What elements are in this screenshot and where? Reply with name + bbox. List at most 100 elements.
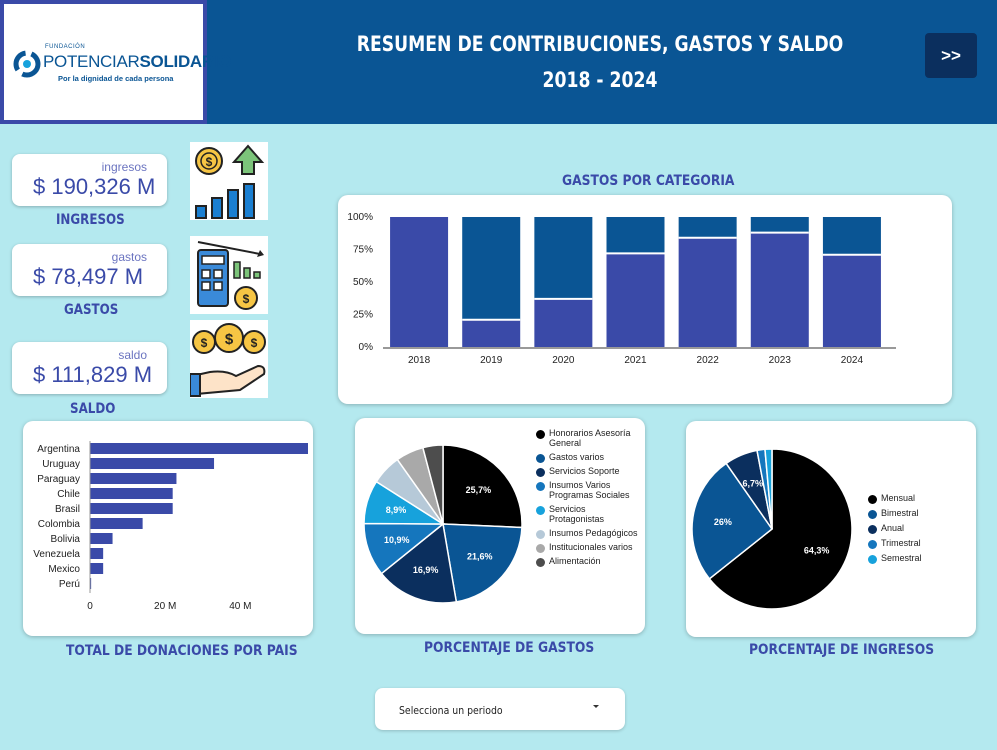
horizontal-bar-chart: Argentina Uruguay Paraguay Chile Brasil Colom… xyxy=(33,441,308,612)
chart-title-gastos-categoria: GASTOS POR CATEGORIA xyxy=(562,173,735,189)
bar-segment xyxy=(390,217,449,347)
legend-swatch xyxy=(868,555,877,564)
bar xyxy=(90,548,104,559)
slice-label: 6,7% xyxy=(742,478,763,488)
svg-text:$: $ xyxy=(251,336,258,350)
legend-label: Gastos varios xyxy=(549,452,605,462)
kpi-label: saldo xyxy=(118,348,147,362)
x-tick-label: 2023 xyxy=(769,355,792,366)
chevron-down-icon xyxy=(593,705,599,708)
legend-label: Insumos Pedagógicos xyxy=(549,528,638,538)
kpi-value: $ 190,326 M xyxy=(33,174,156,199)
y-tick-label: 25% xyxy=(353,310,373,321)
bar xyxy=(90,563,104,574)
kpi-caption-saldo: SALDO xyxy=(70,401,116,417)
legend-item: Servicios Protagonistas xyxy=(536,504,641,524)
legend-swatch xyxy=(536,468,545,477)
bar-segment xyxy=(534,298,593,347)
legend-label: Trimestral xyxy=(881,538,921,548)
kpi-label: gastos xyxy=(111,250,147,264)
slice-label: 8,9% xyxy=(386,505,407,515)
bar xyxy=(90,488,173,499)
legend-label: Anual xyxy=(881,523,905,533)
page-title: RESUMEN DE CONTRIBUCIONES, GASTOS Y SALD… xyxy=(356,32,844,92)
bar-segment xyxy=(462,319,521,347)
y-tick-label: 100% xyxy=(347,212,373,223)
kpi-label: ingresos xyxy=(101,160,147,174)
y-tick-label: Brasil xyxy=(55,504,80,515)
legend-swatch xyxy=(868,540,877,549)
bar-segment xyxy=(750,232,809,347)
legend-label: Mensual xyxy=(881,493,916,503)
legend-swatch xyxy=(536,506,545,515)
kpi-card-ingresos: ingresos $ 190,326 M xyxy=(12,154,167,206)
slice-label: 10,9% xyxy=(384,535,410,545)
legend-item: Servicios Soporte xyxy=(536,466,641,477)
legend-label: Bimestral xyxy=(881,508,919,518)
legend-label: Institucionales varios xyxy=(549,542,633,552)
y-tick-label: Perú xyxy=(59,579,80,590)
y-tick-label: Chile xyxy=(57,489,80,500)
legend-item: Trimestral xyxy=(868,538,958,549)
bar xyxy=(90,533,113,544)
slice-label: 21,6% xyxy=(467,551,493,561)
bar-segment xyxy=(750,217,809,233)
calculator-expenses-icon: $ xyxy=(190,236,268,314)
slice-label: 16,9% xyxy=(413,565,439,575)
legend-swatch xyxy=(536,454,545,463)
chart-card-donaciones: Argentina Uruguay Paraguay Chile Brasil Colom… xyxy=(23,421,313,636)
legend-label: Honorarios Asesoría General xyxy=(549,428,631,448)
bar-segment xyxy=(534,217,593,299)
bar-segment xyxy=(678,217,737,238)
x-tick-label: 2019 xyxy=(480,355,503,366)
svg-text:$: $ xyxy=(201,336,208,350)
legend-label: Semestral xyxy=(881,553,922,563)
kpi-value: $ 78,497 M xyxy=(33,264,144,289)
chart-title-donaciones: TOTAL DE DONACIONES POR PAIS xyxy=(66,643,298,659)
x-tick-label: 2022 xyxy=(697,355,720,366)
bar-segment xyxy=(462,217,521,320)
legend-item: Mensual xyxy=(868,493,958,504)
legend-swatch xyxy=(868,525,877,534)
period-select-placeholder: Selecciona un periodo xyxy=(399,704,503,717)
legend-swatch xyxy=(536,558,545,567)
x-tick-label: 40 M xyxy=(229,601,251,612)
hand-coins-icon: $ $ $ xyxy=(190,320,268,398)
logo-swirl-icon xyxy=(13,50,41,78)
header-bar: FUNDACIÓN POTENCIARSOLIDARIO Por la dign… xyxy=(0,0,997,124)
legend-item: Honorarios Asesoría General xyxy=(536,428,641,448)
legend-item: Insumos Pedagógicos xyxy=(536,528,641,539)
kpi-card-saldo: saldo $ 111,829 M xyxy=(12,342,167,394)
bar xyxy=(90,443,308,454)
legend-swatch xyxy=(536,430,545,439)
legend-ingresos: Mensual Bimestral Anual Trimestral Semestral xyxy=(868,493,958,568)
next-page-button[interactable]: >> xyxy=(925,33,977,78)
stacked-bar-chart: 100% 75% 50% 25% 0% 2018 2019 2020 2021 2022 2023 2… xyxy=(347,212,896,366)
bar-segment xyxy=(678,237,737,347)
legend-swatch xyxy=(536,482,545,491)
bar-segment xyxy=(822,254,881,347)
y-tick-label: Mexico xyxy=(48,564,80,575)
bar xyxy=(90,458,215,469)
legend-swatch xyxy=(536,544,545,553)
legend-item: Insumos Varios Programas Sociales xyxy=(536,480,641,500)
x-tick-label: 2021 xyxy=(624,355,647,366)
legend-item: Semestral xyxy=(868,553,958,564)
slice-label: 64,3% xyxy=(804,546,830,556)
y-tick-label: Argentina xyxy=(37,444,80,455)
bar-segment xyxy=(822,217,881,255)
svg-text:$: $ xyxy=(243,292,250,306)
legend-gastos: Honorarios Asesoría General Gastos varios… xyxy=(536,428,641,570)
legend-item: Anual xyxy=(868,523,958,534)
legend-swatch xyxy=(868,510,877,519)
chart-card-gastos-categoria: 100% 75% 50% 25% 0% 2018 2019 2020 2021 2022 2023 2… xyxy=(338,195,952,404)
y-tick-label: Venezuela xyxy=(33,549,80,560)
svg-text:$: $ xyxy=(225,331,234,348)
income-growth-icon: $ xyxy=(190,142,268,220)
logo-tagline: Por la dignidad de cada persona xyxy=(58,74,174,83)
bar-segment xyxy=(606,253,665,347)
chart-card-pie-ingresos: 64,3% 26% 6,7% Mensual Bimestral Anual Trimes… xyxy=(686,421,976,637)
y-tick-label: Uruguay xyxy=(42,459,80,470)
period-select[interactable]: Selecciona un periodo xyxy=(375,688,625,730)
x-tick-label: 2020 xyxy=(552,355,575,366)
